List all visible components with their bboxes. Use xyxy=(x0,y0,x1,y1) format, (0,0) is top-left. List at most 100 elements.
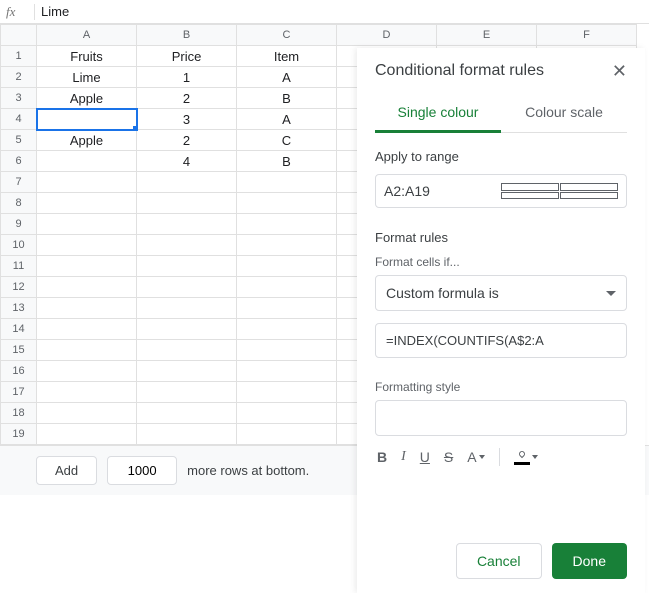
cancel-button[interactable]: Cancel xyxy=(456,543,542,579)
cell[interactable] xyxy=(37,277,137,298)
cell[interactable]: B xyxy=(237,151,337,172)
cell[interactable] xyxy=(137,403,237,424)
col-header-d[interactable]: D xyxy=(337,25,437,46)
cell[interactable] xyxy=(137,382,237,403)
cell[interactable]: Apple xyxy=(37,130,137,151)
cell[interactable] xyxy=(237,214,337,235)
cell[interactable]: Fruits xyxy=(37,46,137,67)
row-header[interactable]: 4 xyxy=(1,109,37,130)
cell[interactable] xyxy=(37,382,137,403)
cell[interactable] xyxy=(237,382,337,403)
cell[interactable]: Price xyxy=(137,46,237,67)
row-header[interactable]: 10 xyxy=(1,235,37,256)
cell[interactable] xyxy=(137,172,237,193)
row-header[interactable]: 17 xyxy=(1,382,37,403)
col-header-e[interactable]: E xyxy=(437,25,537,46)
row-header[interactable]: 19 xyxy=(1,424,37,445)
cell[interactable]: 3 xyxy=(137,109,237,130)
cell[interactable] xyxy=(137,193,237,214)
cell[interactable] xyxy=(37,319,137,340)
add-rows-count-input[interactable] xyxy=(107,456,177,485)
cell[interactable]: A xyxy=(237,109,337,130)
apply-range-field[interactable]: A2:A19 xyxy=(375,174,627,208)
cell[interactable] xyxy=(37,151,137,172)
row-header[interactable]: 6 xyxy=(1,151,37,172)
cell[interactable] xyxy=(137,214,237,235)
row-header[interactable]: 3 xyxy=(1,88,37,109)
corner-cell[interactable] xyxy=(1,25,37,46)
cell[interactable]: 1 xyxy=(137,67,237,88)
cell[interactable] xyxy=(137,256,237,277)
cell[interactable] xyxy=(37,256,137,277)
row-header[interactable]: 1 xyxy=(1,46,37,67)
row-header[interactable]: 18 xyxy=(1,403,37,424)
cell[interactable] xyxy=(237,361,337,382)
row-header[interactable]: 15 xyxy=(1,340,37,361)
col-header-f[interactable]: F xyxy=(537,25,637,46)
select-range-icon[interactable] xyxy=(501,183,618,199)
cell[interactable] xyxy=(237,340,337,361)
bold-button[interactable]: B xyxy=(377,449,387,465)
cell[interactable] xyxy=(237,172,337,193)
cell[interactable] xyxy=(237,277,337,298)
cell[interactable]: Item xyxy=(237,46,337,67)
cell[interactable]: B xyxy=(237,88,337,109)
cell[interactable] xyxy=(237,193,337,214)
cell[interactable] xyxy=(137,424,237,445)
cell[interactable] xyxy=(37,298,137,319)
row-header[interactable]: 14 xyxy=(1,319,37,340)
row-header[interactable]: 11 xyxy=(1,256,37,277)
cell[interactable] xyxy=(237,235,337,256)
underline-button[interactable]: U xyxy=(420,449,430,465)
cell[interactable] xyxy=(37,235,137,256)
cell[interactable] xyxy=(37,424,137,445)
cell[interactable]: C xyxy=(237,130,337,151)
cell[interactable]: 4 xyxy=(137,151,237,172)
cell[interactable] xyxy=(137,340,237,361)
cell[interactable] xyxy=(237,403,337,424)
add-rows-button[interactable]: Add xyxy=(36,456,97,485)
cell[interactable] xyxy=(237,298,337,319)
row-header[interactable]: 5 xyxy=(1,130,37,151)
cell[interactable] xyxy=(37,340,137,361)
cell[interactable] xyxy=(37,361,137,382)
row-header[interactable]: 9 xyxy=(1,214,37,235)
col-header-c[interactable]: C xyxy=(237,25,337,46)
cell[interactable] xyxy=(137,277,237,298)
cell[interactable]: A xyxy=(237,67,337,88)
close-icon[interactable]: ✕ xyxy=(612,62,627,80)
cell[interactable] xyxy=(37,172,137,193)
cell[interactable] xyxy=(137,319,237,340)
done-button[interactable]: Done xyxy=(552,543,627,579)
cell[interactable] xyxy=(137,235,237,256)
cell[interactable] xyxy=(237,256,337,277)
cell[interactable] xyxy=(237,319,337,340)
cell[interactable]: Apple xyxy=(37,88,137,109)
tab-colour-scale[interactable]: Colour scale xyxy=(501,94,627,132)
col-header-b[interactable]: B xyxy=(137,25,237,46)
text-color-button[interactable]: A xyxy=(467,449,484,465)
cell[interactable] xyxy=(37,403,137,424)
cell[interactable] xyxy=(237,424,337,445)
row-header[interactable]: 12 xyxy=(1,277,37,298)
row-header[interactable]: 8 xyxy=(1,193,37,214)
row-header[interactable]: 7 xyxy=(1,172,37,193)
formatting-preview[interactable] xyxy=(375,400,627,436)
condition-select[interactable]: Custom formula is xyxy=(375,275,627,311)
tab-single-colour[interactable]: Single colour xyxy=(375,94,501,133)
italic-button[interactable]: I xyxy=(401,449,406,465)
cell[interactable] xyxy=(37,109,137,130)
cell[interactable] xyxy=(137,298,237,319)
row-header[interactable]: 16 xyxy=(1,361,37,382)
cell[interactable]: Lime xyxy=(37,67,137,88)
cell[interactable] xyxy=(37,214,137,235)
row-header[interactable]: 2 xyxy=(1,67,37,88)
cell[interactable]: 2 xyxy=(137,88,237,109)
col-header-a[interactable]: A xyxy=(37,25,137,46)
cell[interactable] xyxy=(137,361,237,382)
strikethrough-button[interactable]: S xyxy=(444,449,453,465)
row-header[interactable]: 13 xyxy=(1,298,37,319)
cell[interactable]: 2 xyxy=(137,130,237,151)
custom-formula-input[interactable] xyxy=(375,323,627,358)
formula-value[interactable]: Lime xyxy=(41,4,643,19)
